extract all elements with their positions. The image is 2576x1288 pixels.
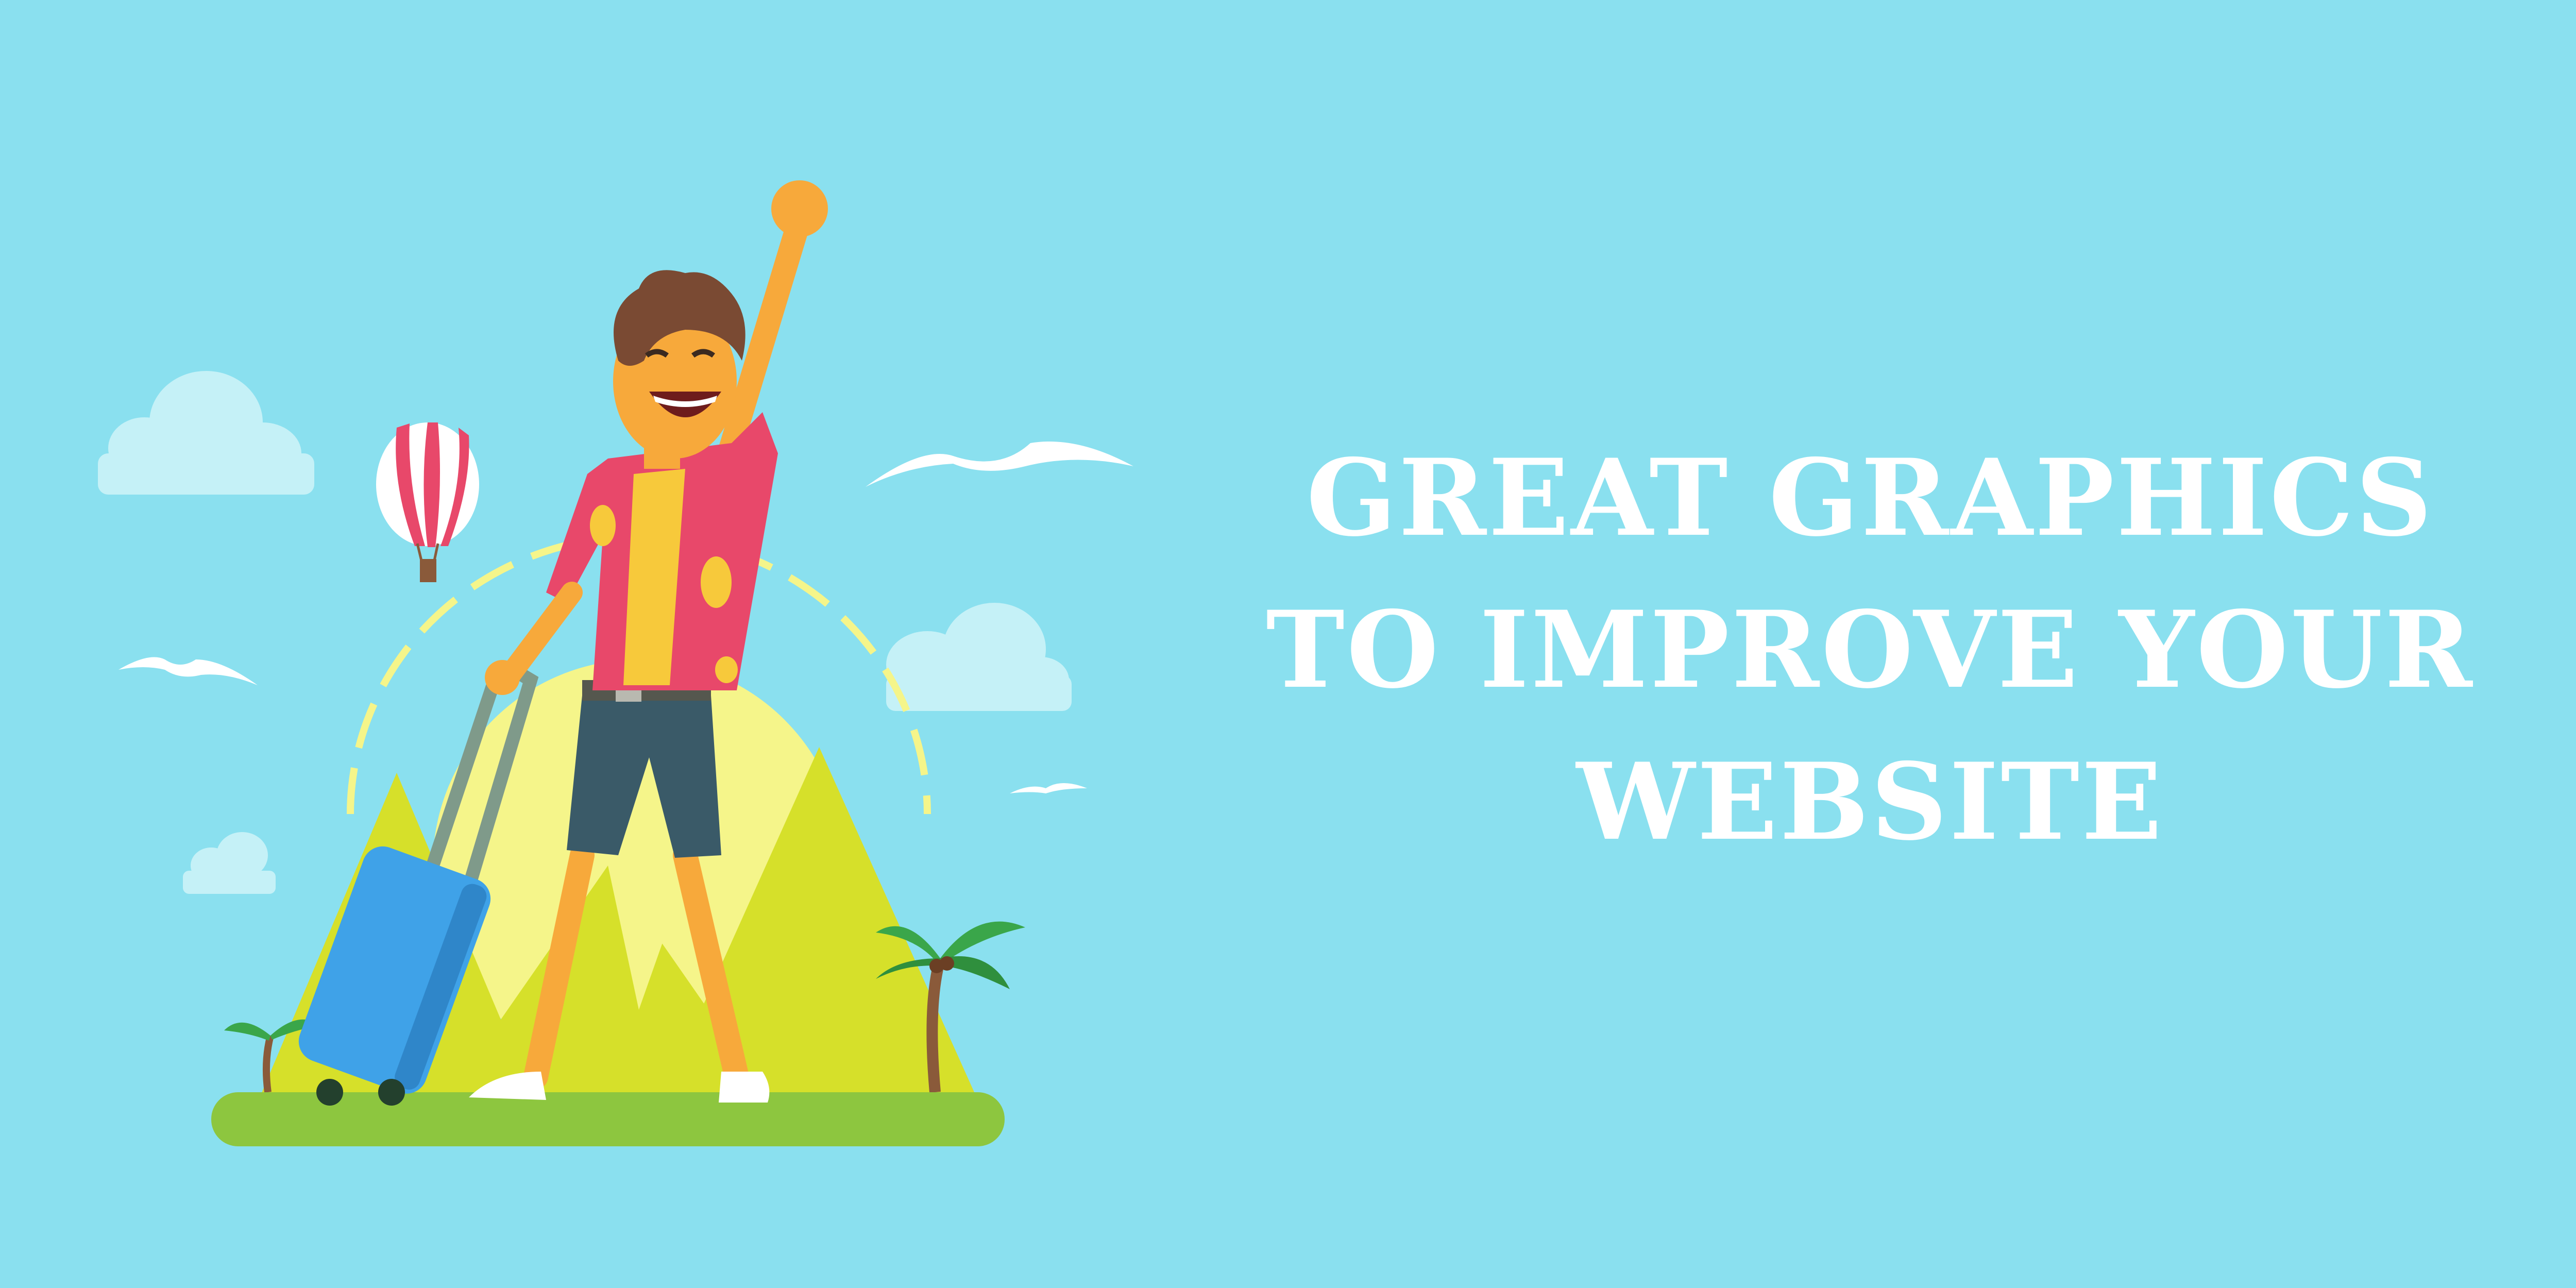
bird-icon [1010,783,1087,793]
cloud-icon [886,603,1072,711]
travel-illustration [0,0,1236,1288]
bird-icon [866,442,1133,487]
headline-line-1: GREAT GRAPHICS [1306,436,2434,560]
bird-icon [118,657,258,685]
headline: GREAT GRAPHICS TO IMPROVE YOUR WEBSITE [1262,422,2478,878]
headline-line-2: TO IMPROVE YOUR [1266,588,2475,712]
hot-air-balloon-icon [376,422,479,582]
cloud-icon [98,371,314,495]
illustration-canvas [98,180,1133,1146]
banner: GREAT GRAPHICS TO IMPROVE YOUR WEBSITE [0,0,2576,1288]
headline-line-3: WEBSITE [1576,740,2164,864]
cloud-icon [183,832,276,894]
